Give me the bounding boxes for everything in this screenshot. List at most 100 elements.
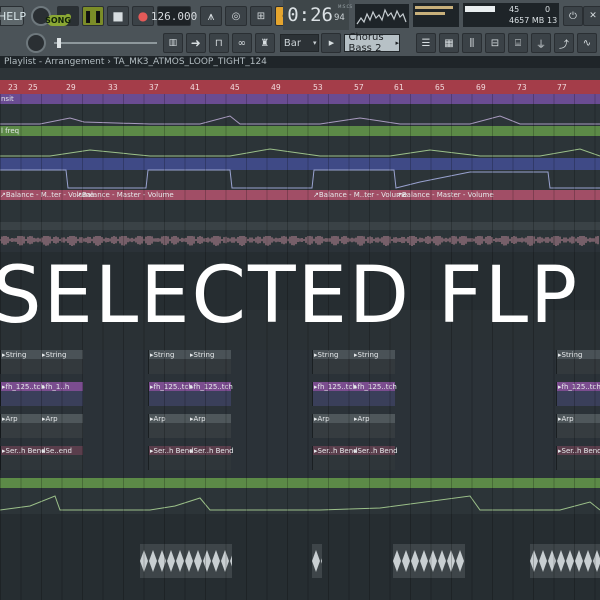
bend-clip[interactable]: ▸Ser..h Bend [556,446,600,470]
channel-rack-icon: ⊟ [490,37,500,49]
plug-icon: ⏚ [535,39,546,51]
time-main: 0:26 [287,4,333,26]
lane-automation-1[interactable] [0,94,600,104]
cpu-memory-panel: 45 4657 MB 0 13 [463,3,559,27]
sidechain-curve[interactable] [0,168,600,190]
clip-label: ▸Arp [190,415,206,423]
lane-green-bottom[interactable] [0,478,600,488]
channel-rack-button[interactable]: ⊟ [484,33,505,53]
browser-button[interactable]: ▶ [321,33,342,53]
memory-usage: 4657 MB [509,16,545,25]
close-button[interactable]: ✕ [583,6,600,26]
automation-curve-2[interactable] [0,136,600,158]
piano-roll-button[interactable]: ▦ [438,33,459,53]
bend-clip[interactable]: ▸Ser..h Bend ▸Se..end [0,446,83,470]
help-menu-button[interactable]: HELP [0,6,26,26]
piano-roll-icon: ▦ [444,37,454,49]
render-button[interactable]: ⤴ [553,33,574,53]
power-button[interactable]: ⏻ [563,6,583,26]
loop-record-icon: ◎ [231,10,241,22]
power-icon: ⏻ [569,10,577,22]
clip-label: ▸Se..end [42,447,72,455]
clip-label: ▸Ser..h Bend [314,447,358,455]
browser-panel-button[interactable]: ⌸ [507,33,528,53]
lane-volume-body[interactable] [0,200,600,222]
wave-icon: ∿ [582,37,592,49]
lane-filter-freq-label: l freq [1,127,20,135]
drum-waveform [530,550,600,572]
volume-clip-label: ↗Balance - Master - Volume [76,191,174,199]
lane-spacer[interactable] [0,222,600,230]
automation-curve-3[interactable] [0,488,600,514]
fh-clip[interactable]: ▸fh_125..tch ▸fh_125..tch [312,382,397,406]
ruler-bar-number: 49 [271,83,281,92]
bend-clip[interactable]: ▸Ser..h Bend ▸Ser..h Bend [148,446,234,470]
clip-label: ▸fh_125..tch [150,383,193,391]
fh-clip[interactable]: ▸fh_125..tch [556,382,600,406]
clip-label: ▸Ser..h Bend [354,447,398,455]
ruler-bar-number: 65 [435,83,445,92]
playlist-button[interactable]: ☰ [415,33,436,53]
clip-label: ▸Arp [42,415,58,423]
drum-clip[interactable] [530,544,600,578]
chevron-down-icon: ▾ [312,39,317,47]
drum-clip[interactable] [393,544,465,578]
mixer-button[interactable]: ⫼ [461,33,482,53]
ruler-bar-number: 41 [190,83,200,92]
playlist-header-strip [0,68,600,80]
plugin-picker-button[interactable]: ⏚ [530,33,551,53]
string-clip[interactable]: ▸String ▸String [312,350,395,374]
arp-clip[interactable]: ▸Arp ▸Arp [148,414,231,438]
song-mode-indicator[interactable]: SONG [45,15,71,26]
arp-clip[interactable]: ▸Arp ▸Arp [312,414,395,438]
timeline-ruler[interactable]: 23 25 29 33 37 41 45 49 53 57 61 65 69 73 77 [0,80,600,94]
string-clip[interactable]: ▸String ▸String [148,350,231,374]
step-edit-button[interactable]: ⊞ [250,6,272,26]
metronome-icon: ⩚ [207,8,215,23]
arp-clip[interactable]: ▸Arp ▸Arp [0,414,83,438]
clip-label: ▸String [558,351,583,359]
toolbar-row-2: ▥ ➜ ⊓ ∞ ♜ Bar ▾ ▶ Chorus Bass 2 ▸ ☰ ▦ ⫼ ⊟ … [0,29,600,57]
wait-for-input-button[interactable]: ◎ [225,6,247,26]
master-pitch-knob[interactable] [26,33,46,53]
snap-to-grid-button[interactable]: ⊓ [208,33,229,53]
link-button[interactable]: ∞ [231,33,252,53]
clip-label: ▸String [354,351,379,359]
wave-button[interactable]: ∿ [576,33,597,53]
drum-clip[interactable] [140,544,232,578]
clip-label: ▸fh_125..tch [2,383,45,391]
string-clip[interactable]: ▸String ▸String [0,350,83,374]
pause-icon: ❚❚ [82,9,104,23]
hat-tool-button[interactable]: ♜ [254,33,275,53]
oscilloscope-display [355,4,409,28]
play-button[interactable]: ❚❚ [82,6,104,26]
stop-button[interactable]: ■ [107,6,129,26]
ruler-bar-number: 37 [149,83,159,92]
fh-clip[interactable]: ▸fh_125..tch ▸fh_125..tch [148,382,233,406]
metronome-button[interactable]: ⩚ [200,6,222,26]
preset-select[interactable]: Chorus Bass 2 ▸ [344,32,400,54]
clip-label: ▸fh_125..tch [314,383,357,391]
tempo-display[interactable]: 126.000 [151,6,197,26]
stop-icon: ■ [112,9,124,23]
bend-clip[interactable]: ▸Ser..h Bend ▸Ser..h Bend [312,446,398,470]
slider-handle[interactable] [56,38,61,48]
arp-clip[interactable]: ▸Arp [556,414,600,438]
clip-label: ▸Ser..h Bend [558,447,600,455]
arrow-button[interactable]: ➜ [185,33,206,53]
clip-label: ▸fh_1..h [42,383,70,391]
automation-curve-1[interactable] [0,104,600,126]
oscilloscope-wave [356,8,407,25]
snap-select[interactable]: Bar ▾ [279,34,320,52]
string-clip[interactable]: ▸String [556,350,600,374]
drum-clip[interactable] [312,544,322,578]
toolbar: HELP ● ❚❚ ■ ● 126.000 ⩚ ◎ ⊞ ⊙ SONG 0:269… [0,0,600,56]
lane-drums[interactable] [0,514,600,600]
fh-clip[interactable]: ▸fh_125..tch ▸fh_1..h [0,382,83,406]
ruler-bar-number: 25 [28,83,38,92]
typing-keyboard-button[interactable]: ▥ [162,33,183,53]
clip-label: ▸Arp [2,415,18,423]
lane-filter-freq[interactable] [0,126,600,136]
master-pitch-slider[interactable] [53,38,157,48]
clip-label: ▸Arp [150,415,166,423]
